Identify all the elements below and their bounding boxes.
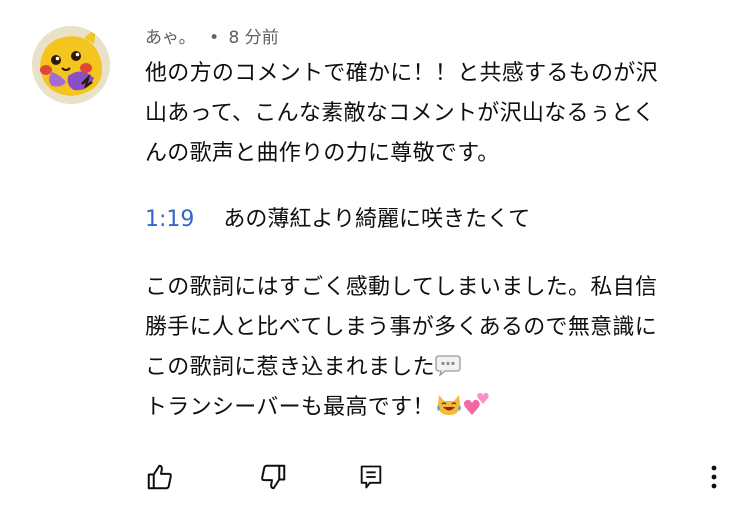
thumbs-up-icon bbox=[147, 464, 172, 490]
two-hearts-icon bbox=[463, 391, 491, 431]
laughing-cat-icon bbox=[435, 391, 463, 431]
comment-time[interactable]: 8 分前 bbox=[229, 28, 279, 48]
timestamp-link[interactable]: 1:19 bbox=[145, 207, 194, 232]
comment-line: この歌詞に惹き込まれました bbox=[145, 348, 720, 388]
comment-line: 他の方のコメントで確かに！！と共感するものが沢 bbox=[145, 61, 658, 86]
avatar[interactable] bbox=[32, 26, 110, 104]
comment-line: 山あって、こんな素敵なコメントが沢山なるぅとく bbox=[145, 101, 656, 126]
reply-icon bbox=[360, 465, 382, 489]
speech-bubble-icon bbox=[435, 351, 461, 391]
more-vert-icon bbox=[711, 465, 717, 489]
separator-dot: • bbox=[209, 28, 220, 48]
thumbs-down-icon bbox=[261, 464, 286, 490]
comment-header: あゃ。 • 8 分前 bbox=[145, 27, 279, 49]
comment-line-text: この歌詞に惹き込まれました bbox=[145, 355, 435, 380]
dislike-button[interactable] bbox=[251, 455, 295, 499]
comment-paragraph-2: この歌詞にはすごく感動してしまいました。私自信 勝手に人と比べてしまう事が多くあ… bbox=[145, 268, 720, 428]
comment-line: この歌詞にはすごく感動してしまいました。私自信 bbox=[145, 275, 658, 300]
pikachu-avatar-icon bbox=[32, 26, 110, 104]
author-name[interactable]: あゃ。 bbox=[145, 28, 196, 48]
comment-paragraph-1: 他の方のコメントで確かに！！と共感するものが沢 山あって、こんな素敵なコメントが… bbox=[145, 54, 720, 174]
comment-line: 勝手に人と比べてしまう事が多くあるので無意識に bbox=[145, 315, 658, 340]
more-options-button[interactable] bbox=[692, 455, 736, 499]
comment-action-bar bbox=[0, 455, 750, 499]
comment-line-text: トランシーバーも最高です！ bbox=[145, 395, 435, 420]
like-button[interactable] bbox=[138, 455, 182, 499]
comment-line: んの歌声と曲作りの力に尊敬です。 bbox=[145, 141, 500, 166]
timestamp-line: 1:19 あの薄紅より綺麗に咲きたくて bbox=[145, 200, 530, 240]
lyric-text: あの薄紅より綺麗に咲きたくて bbox=[223, 207, 531, 232]
reply-button[interactable] bbox=[349, 455, 393, 499]
comment-line: トランシーバーも最高です！ bbox=[145, 388, 720, 428]
